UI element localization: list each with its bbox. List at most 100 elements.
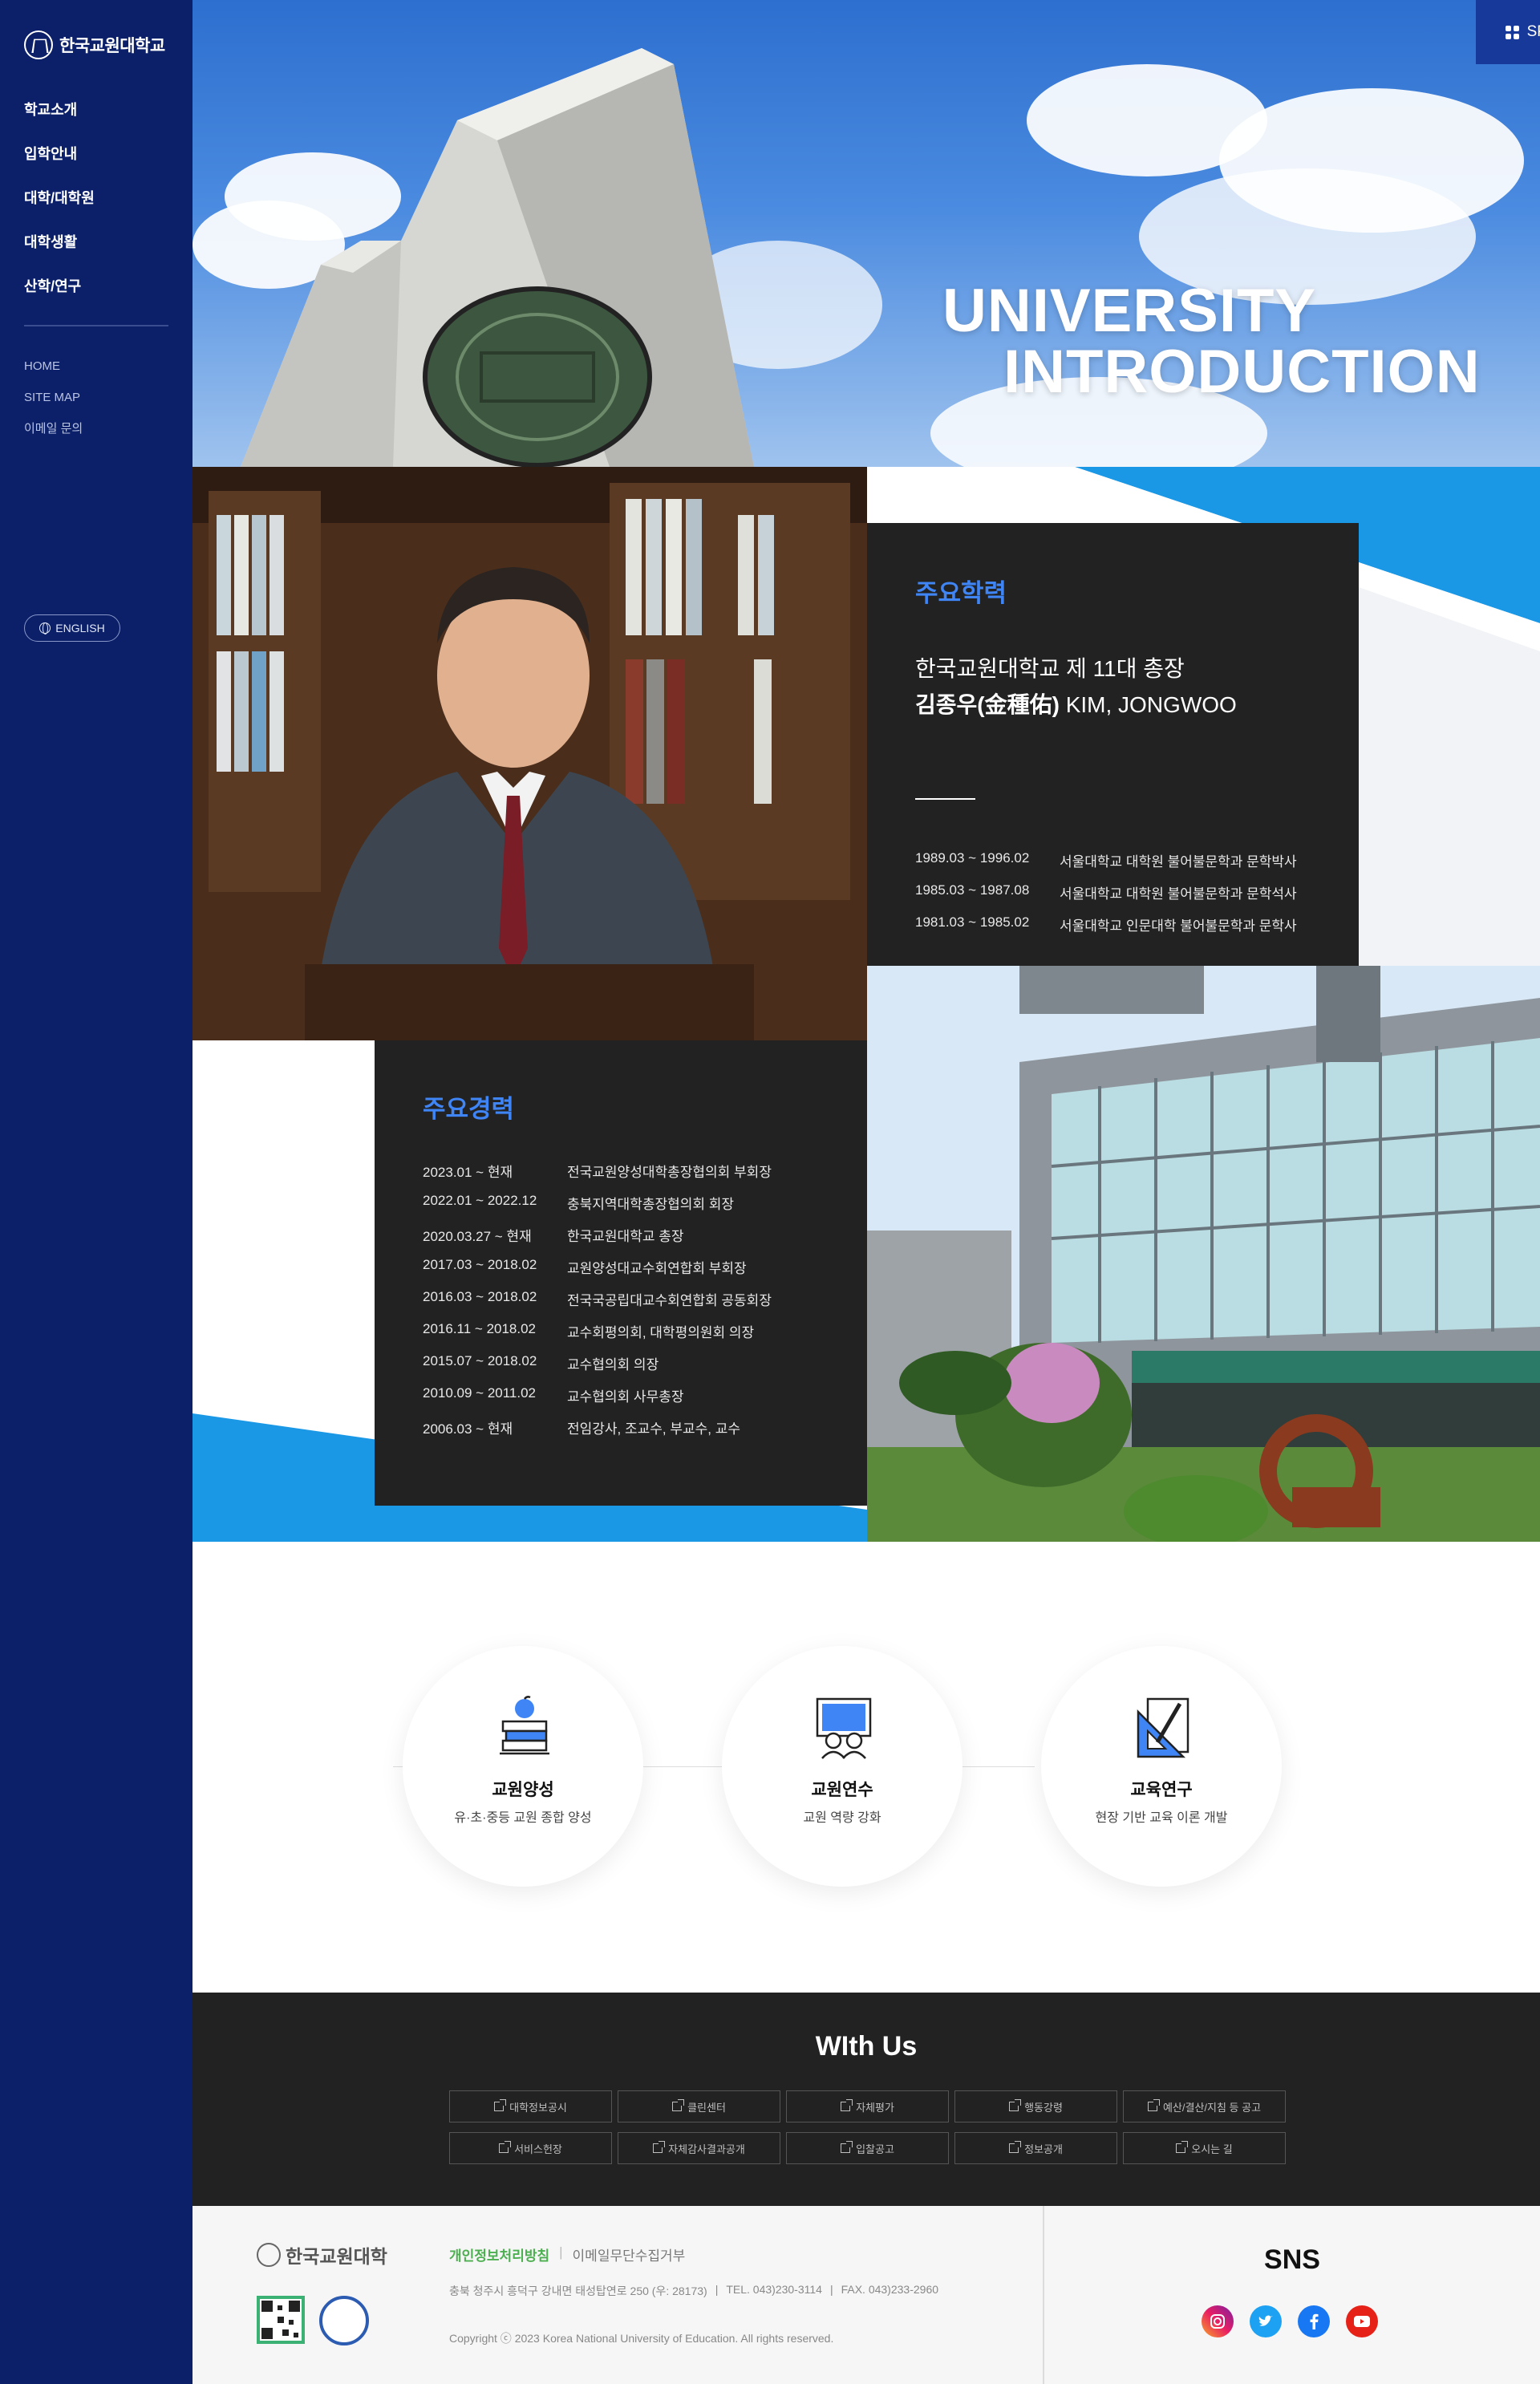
special-links-button[interactable]: SPECIAL LINKS (1476, 0, 1540, 64)
feature-education-research: 교육연구 현장 기반 교육 이론 개발 (1041, 1646, 1282, 1887)
link-button[interactable]: 입찰공고 (786, 2132, 949, 2164)
external-link-icon (653, 2141, 666, 2153)
main-nav: 학교소개 입학안내 대학/대학원 대학생활 산학/연구 (24, 98, 95, 318)
university-emblem-icon (24, 30, 53, 59)
nav-item-colleges[interactable]: 대학/대학원 (24, 186, 95, 230)
education-title: 주요학력 (915, 579, 1007, 607)
sidebar-divider (24, 325, 168, 326)
career-item: 2023.01 ~ 현재 전국교원양성대학총장협의회 부회장 (423, 1161, 772, 1181)
education-item: 1981.03 ~ 1985.02 서울대학교 인문대학 불어불문학과 문학사 (915, 914, 1297, 935)
footer-logo[interactable]: 한국교원대학 (257, 2241, 387, 2268)
link-label: 정보공개 (1024, 2143, 1063, 2155)
link-label: 오시는 길 (1191, 2143, 1233, 2155)
footer-policy-links: 개인정보처리방침 | 이메일무단수집거부 (449, 2244, 685, 2264)
hero-title-line1: UNIVERSITY (942, 277, 1317, 345)
career-date: 2015.07 ~ 2018.02 (423, 1353, 537, 1368)
english-button[interactable]: ENGLISH (24, 614, 120, 642)
site-logo[interactable]: 한국교원대학교 (24, 30, 165, 59)
link-button[interactable]: 클린센터 (618, 2090, 780, 2122)
footer-address: 충북 청주시 흥덕구 강내면 태성탑연로 250 (우: 28173) | TE… (449, 2283, 938, 2299)
link-button[interactable]: 행동강령 (954, 2090, 1117, 2122)
career-item: 2016.11 ~ 2018.02 교수회평의회, 대학평의원회 의장 (423, 1321, 754, 1341)
email-policy-link[interactable]: 이메일무단수집거부 (573, 2244, 686, 2264)
sub-nav: HOME SITE MAP 이메일 문의 (24, 357, 83, 451)
president-portrait-image (192, 467, 867, 1040)
link-label: 서비스헌장 (514, 2143, 562, 2155)
footer-divider (1043, 2206, 1044, 2384)
link-label: 자체감사결과공개 (668, 2143, 745, 2155)
education-panel: 주요학력 한국교원대학교 제 11대 총장 김종우(金種佑) KIM, JONG… (867, 523, 1359, 1022)
career-item: 2016.03 ~ 2018.02 전국국공립대교수회연합회 공동회장 (423, 1289, 772, 1309)
twitter-icon[interactable] (1250, 2305, 1282, 2337)
logo-text: 한국교원대학교 (59, 37, 165, 55)
copyright: Copyright ⓒ 2023 Korea National Universi… (449, 2332, 834, 2345)
link-label: 자체평가 (856, 2101, 894, 2114)
link-button[interactable]: 자체평가 (786, 2090, 949, 2122)
separator: | (829, 2283, 833, 2296)
career-date: 2010.09 ~ 2011.02 (423, 1385, 537, 1401)
education-desc: 서울대학교 대학원 불어불문학과 문학석사 (1060, 886, 1297, 902)
nav-item-research[interactable]: 산학/연구 (24, 274, 95, 318)
ruler-pencil-icon (1137, 1697, 1189, 1758)
nav-item-campus-life[interactable]: 대학생활 (24, 230, 95, 274)
external-link-icon (841, 2099, 853, 2111)
nav-item-admission[interactable]: 입학안내 (24, 142, 95, 186)
career-desc: 교수협의회 의장 (567, 1357, 659, 1372)
career-desc: 교원양성대교수회연합회 부회장 (567, 1261, 747, 1276)
career-item: 2006.03 ~ 현재 전임강사, 조교수, 부교수, 교수 (423, 1417, 740, 1437)
books-apple-icon (500, 1696, 549, 1755)
separator: | (715, 2283, 719, 2296)
feature-desc: 유·초·중등 교원 종합 양성 (454, 1811, 592, 1825)
career-date: 2016.03 ~ 2018.02 (423, 1289, 537, 1304)
tel-text: TEL. 043)230-3114 (726, 2283, 822, 2296)
feature-desc: 교원 역량 강화 (803, 1811, 881, 1825)
link-button[interactable]: 정보공개 (954, 2132, 1117, 2164)
nav-item-about[interactable]: 학교소개 (24, 98, 95, 142)
campus-building-image (867, 966, 1540, 1542)
external-link-icon (499, 2141, 512, 2153)
feature-desc: 현장 기반 교육 이론 개발 (1095, 1811, 1228, 1825)
sns-title: SNS (1264, 2244, 1320, 2275)
subnav-sitemap[interactable]: SITE MAP (24, 388, 83, 420)
subnav-home[interactable]: HOME (24, 357, 83, 388)
privacy-policy-link[interactable]: 개인정보처리방침 (449, 2244, 549, 2264)
external-link-icon (672, 2099, 685, 2111)
link-button[interactable]: 서비스헌장 (449, 2132, 612, 2164)
president-name-en: KIM, JONGWOO (1059, 692, 1237, 717)
instagram-icon[interactable] (1202, 2305, 1234, 2337)
sidebar: 한국교원대학교 학교소개 입학안내 대학/대학원 대학생활 산학/연구 HOME… (0, 0, 192, 2384)
education-date: 1989.03 ~ 1996.02 (915, 850, 1030, 866)
link-button[interactable]: 오시는 길 (1123, 2132, 1286, 2164)
footer: 한국교원대학 개인정보처리방침 | 이메일무단수집거부 충북 청주시 흥덕구 강… (192, 2206, 1540, 2384)
facebook-icon[interactable] (1298, 2305, 1330, 2337)
footer-logo-text: 한국교원대학 (286, 2246, 387, 2267)
youtube-icon[interactable] (1346, 2305, 1378, 2337)
link-button[interactable]: 대학정보공시 (449, 2090, 612, 2122)
link-button[interactable]: 예산/결산/지침 등 공고 (1123, 2090, 1286, 2122)
career-date: 2017.03 ~ 2018.02 (423, 1257, 537, 1272)
career-item: 2010.09 ~ 2011.02 교수협의회 사무총장 (423, 1385, 683, 1405)
president-name: 김종우(金種佑) KIM, JONGWOO (915, 687, 1237, 720)
education-desc: 서울대학교 대학원 불어불문학과 문학박사 (1060, 854, 1297, 870)
title-underline (915, 798, 975, 800)
whiteboard-icon (816, 1697, 872, 1759)
president-title: 한국교원대학교 제 11대 총장 (915, 656, 1185, 681)
career-desc: 교수회평의회, 대학평의원회 의장 (567, 1325, 755, 1340)
link-button[interactable]: 자체감사결과공개 (618, 2132, 780, 2164)
subnav-email[interactable]: 이메일 문의 (24, 420, 83, 451)
career-desc: 충북지역대학총장협의회 회장 (567, 1197, 735, 1212)
president-profile: 주요학력 한국교원대학교 제 11대 총장 김종우(金種佑) KIM, JONG… (192, 467, 1540, 1542)
separator: | (559, 2244, 563, 2260)
external-link-icon (1176, 2141, 1189, 2153)
education-desc: 서울대학교 인문대학 불어불문학과 문학사 (1060, 918, 1297, 934)
president-photo (192, 467, 867, 1040)
link-label: 입찰공고 (856, 2143, 894, 2155)
qr-code-icon (257, 2296, 305, 2344)
hero-banner: UNIVERSITY INTRODUCTION SPECIAL LINKS (192, 0, 1540, 467)
with-us-title: WIth Us (815, 2031, 918, 2062)
career-date: 2022.01 ~ 2022.12 (423, 1193, 537, 1208)
external-link-icon (494, 2099, 507, 2111)
career-item: 2022.01 ~ 2022.12 충북지역대학총장협의회 회장 (423, 1193, 734, 1213)
globe-icon (39, 622, 51, 635)
career-title: 주요경력 (423, 1095, 515, 1123)
